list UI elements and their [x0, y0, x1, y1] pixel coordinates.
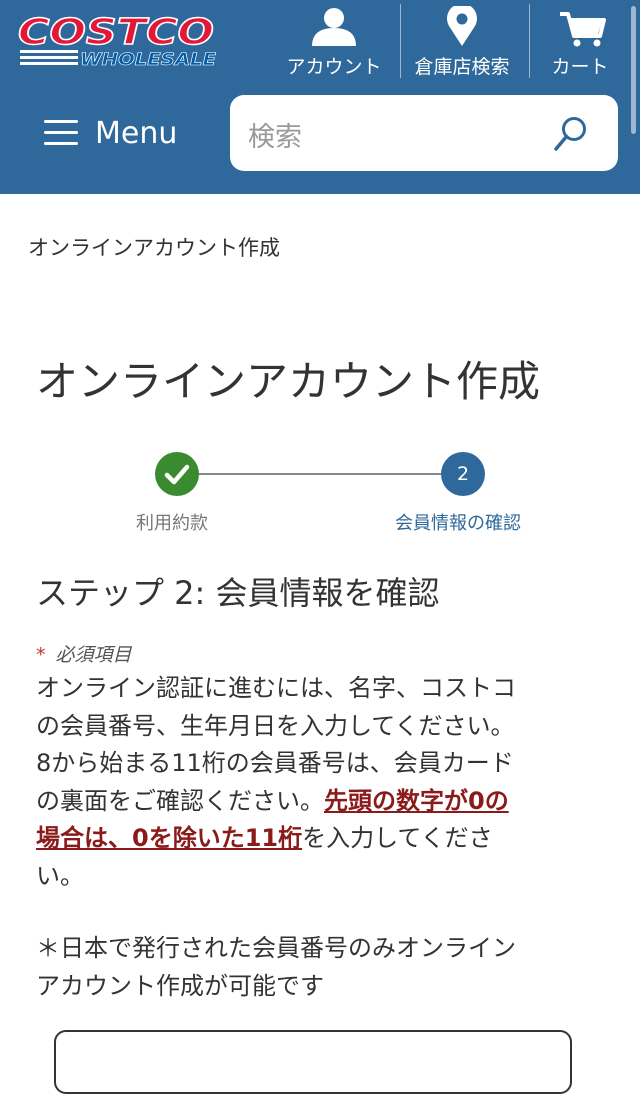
step-2-current: 2	[441, 452, 485, 496]
japan-only-note: ＊日本で発行された会員番号のみオンライン アカウント作成が可能です	[36, 930, 591, 1005]
step-heading: ステップ 2: 会員情報を確認	[36, 574, 440, 612]
site-header: COSTCO WHOLESALE アカウント 倉庫店検索 カート Menu 検索	[0, 0, 640, 194]
note-line: ＊日本で発行された会員番号のみオンライン	[36, 934, 516, 962]
search-icon[interactable]	[552, 115, 590, 153]
nav-cart[interactable]: カート	[540, 0, 620, 86]
hamburger-icon	[44, 120, 78, 146]
leading-zero-link[interactable]: 場合は、0を除いた11桁	[36, 824, 302, 852]
instructions-line: の裏面をご確認ください。先頭の数字が0の	[36, 783, 591, 821]
required-marker: *	[36, 644, 46, 666]
note-line: アカウント作成が可能です	[36, 971, 324, 1000]
stepper-connector	[177, 473, 463, 475]
step-1-complete	[155, 452, 199, 496]
instructions-line: 場合は、0を除いた11桁を入力してくださ	[36, 820, 591, 858]
step-1-label: 利用約款	[136, 513, 208, 534]
required-text: 必須項目	[55, 644, 132, 666]
svg-text:WHOLESALE: WHOLESALE	[80, 50, 216, 68]
required-fields-note: * 必須項目	[36, 640, 132, 667]
location-pin-icon	[447, 6, 477, 46]
search-bar[interactable]: 検索	[230, 95, 618, 171]
instructions-line: オンライン認証に進むには、名字、コストコ	[36, 674, 516, 702]
nav-account-label: アカウント	[286, 56, 382, 78]
cart-icon	[560, 12, 606, 47]
breadcrumb[interactable]: オンラインアカウント作成	[28, 232, 280, 262]
search-input-placeholder[interactable]: 検索	[248, 115, 302, 154]
step-2-label: 会員情報の確認	[395, 513, 521, 534]
person-icon	[312, 8, 356, 46]
leading-zero-link[interactable]: 先頭の数字が0の	[324, 787, 509, 815]
scrollbar[interactable]	[631, 6, 636, 134]
menu-label: Menu	[95, 116, 178, 151]
instructions-line: い。	[36, 861, 84, 890]
nav-account[interactable]: アカウント	[282, 0, 386, 86]
nav-warehouse-label: 倉庫店検索	[414, 56, 510, 78]
instructions-text-plain: を入力してくださ	[302, 824, 493, 852]
costco-logo[interactable]: COSTCO WHOLESALE	[16, 10, 220, 68]
nav-divider	[400, 4, 401, 78]
nav-divider	[529, 4, 530, 78]
instructions-line: 8から始まる11桁の会員番号は、会員カード	[36, 749, 514, 777]
nav-warehouse-search[interactable]: 倉庫店検索	[408, 0, 516, 86]
form-card	[54, 1030, 572, 1094]
checkmark-icon	[164, 464, 190, 485]
instructions-text: オンライン認証に進むには、名字、コストコ の会員番号、生年月日を入力してください…	[36, 670, 591, 895]
page-title: オンラインアカウント作成	[36, 357, 541, 406]
instructions-text-plain: の裏面をご確認ください。	[36, 786, 324, 815]
svg-text:COSTCO: COSTCO	[18, 12, 214, 53]
instructions-line: の会員番号、生年月日を入力してください。	[36, 711, 515, 740]
nav-cart-label: カート	[551, 56, 609, 78]
